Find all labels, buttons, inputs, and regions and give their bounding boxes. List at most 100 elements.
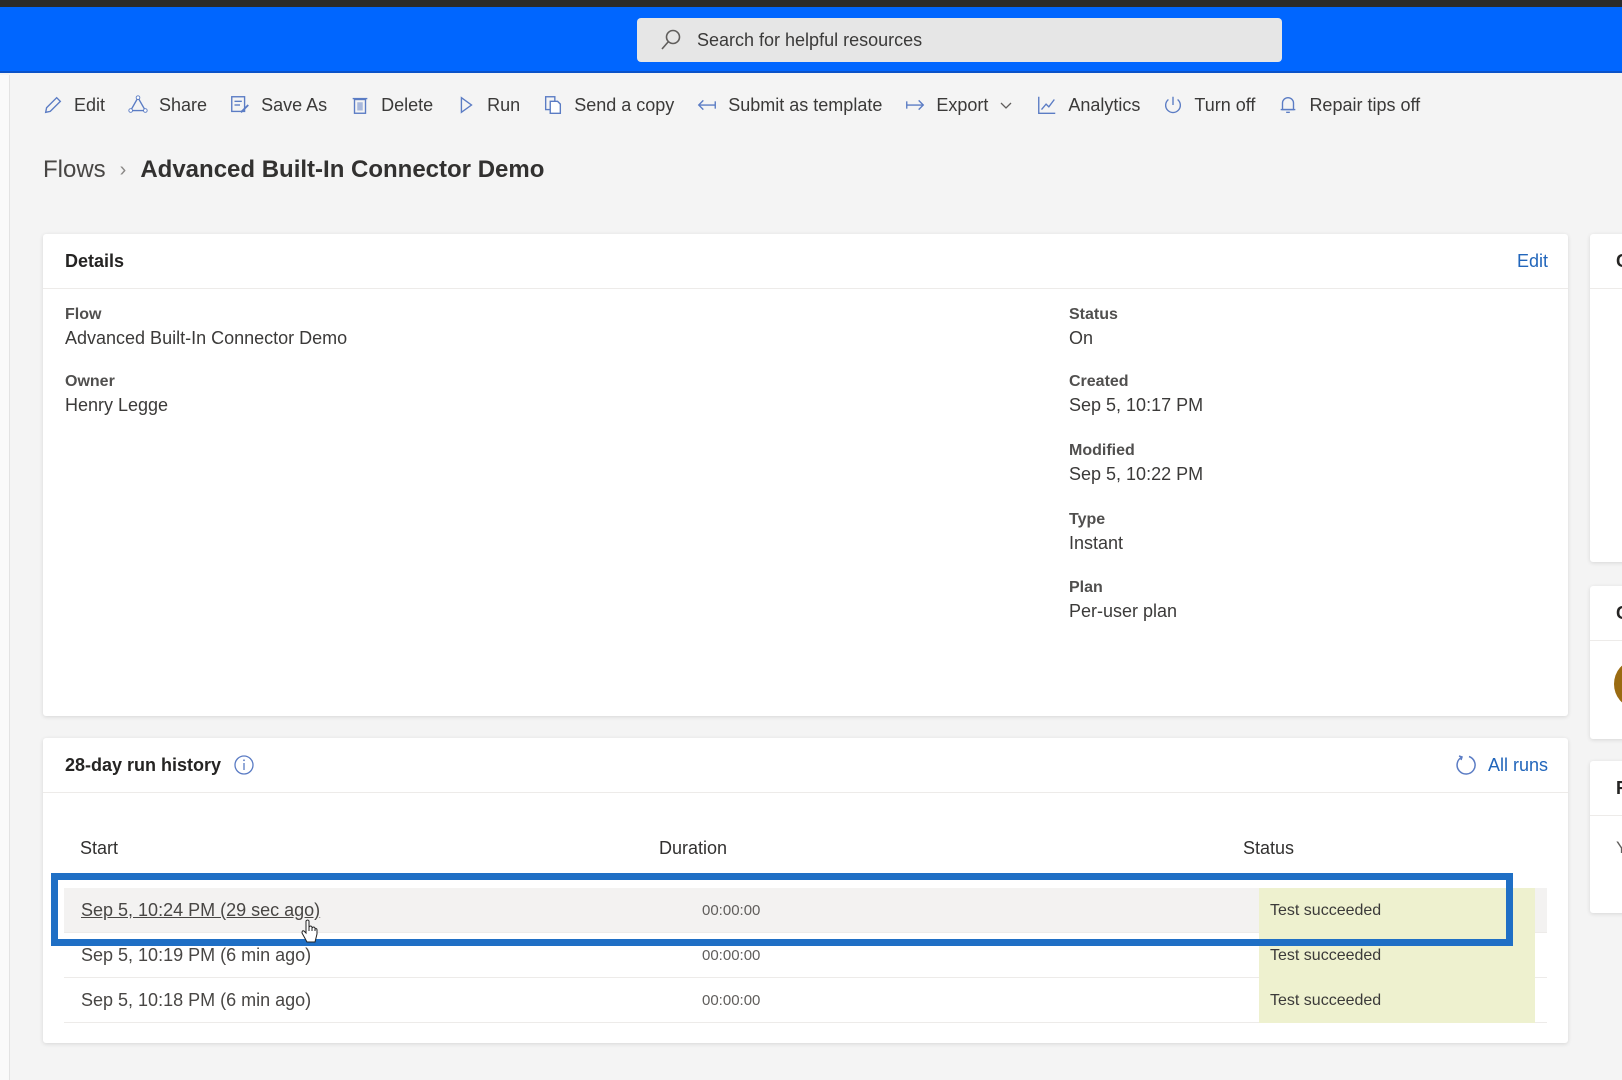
share-button[interactable]: Share bbox=[127, 94, 207, 116]
power-icon bbox=[1165, 96, 1182, 114]
delete-button[interactable]: Delete bbox=[349, 94, 433, 116]
hand-cursor-icon bbox=[301, 919, 318, 943]
side-panel-middle: C bbox=[1590, 586, 1622, 739]
run-button[interactable]: Run bbox=[455, 94, 520, 116]
run-duration: 00:00:00 bbox=[702, 902, 761, 919]
send-copy-label: Send a copy bbox=[574, 94, 675, 115]
search-placeholder: Search for helpful resources bbox=[697, 29, 923, 50]
run-status-badge: Test succeeded bbox=[1259, 933, 1535, 978]
field-label: Owner bbox=[65, 373, 115, 390]
field-value: Henry Legge bbox=[65, 395, 169, 415]
page-title: Advanced Built-In Connector Demo bbox=[140, 156, 545, 183]
details-header: Details Edit bbox=[43, 234, 1568, 289]
field-value: Advanced Built-In Connector Demo bbox=[65, 328, 348, 348]
field-label: Created bbox=[1069, 373, 1129, 390]
field-label: Type bbox=[1069, 511, 1106, 528]
field-value: Sep 5, 10:17 PM bbox=[1069, 395, 1204, 415]
side-panel-bottom-text: Y bbox=[1616, 838, 1622, 857]
field-plan: Plan Per-user plan bbox=[1069, 579, 1177, 622]
field-label: Status bbox=[1069, 306, 1118, 323]
chart-icon bbox=[1038, 96, 1056, 114]
submit-template-label: Submit as template bbox=[728, 94, 883, 115]
search-box[interactable]: Search for helpful resources bbox=[637, 18, 1282, 62]
run-start-link[interactable]: Sep 5, 10:18 PM (6 min ago) bbox=[81, 978, 311, 1023]
analytics-button[interactable]: Analytics bbox=[1036, 94, 1140, 116]
field-label: Flow bbox=[65, 306, 102, 323]
chevron-down-icon bbox=[1000, 102, 1012, 109]
export-label: Export bbox=[936, 94, 989, 115]
app-header: Search for helpful resources bbox=[0, 7, 1622, 73]
table-row[interactable]: Sep 5, 10:24 PM (29 sec ago) 00:00:00 Te… bbox=[64, 888, 1547, 933]
field-type: Type Instant bbox=[1069, 511, 1123, 554]
run-history-header: 28-day run history All runs bbox=[43, 738, 1568, 793]
run-status-badge: Test succeeded bbox=[1259, 978, 1535, 1023]
edit-button[interactable]: Edit bbox=[42, 94, 105, 116]
refresh-icon bbox=[1456, 755, 1476, 775]
chevron-right-icon: › bbox=[119, 158, 127, 181]
share-icon bbox=[128, 95, 148, 113]
run-status-badge: Test succeeded bbox=[1259, 888, 1535, 933]
field-value: Per-user plan bbox=[1069, 601, 1178, 621]
side-panel-middle-title: C bbox=[1590, 586, 1622, 641]
column-header-start[interactable]: Start bbox=[80, 838, 118, 859]
run-history-title-group: 28-day run history bbox=[65, 754, 255, 776]
column-header-status[interactable]: Status bbox=[1243, 838, 1294, 859]
save-as-button[interactable]: Save As bbox=[229, 94, 327, 116]
save-as-label: Save As bbox=[261, 94, 328, 115]
side-panel-bottom-title: R bbox=[1590, 761, 1622, 816]
submit-template-button[interactable]: Submit as template bbox=[696, 94, 882, 116]
bell-icon bbox=[1281, 97, 1296, 114]
run-history-card: 28-day run history All runs Start Durati… bbox=[43, 738, 1568, 1043]
field-value: Instant bbox=[1069, 533, 1124, 553]
field-value: On bbox=[1069, 328, 1094, 348]
column-header-duration[interactable]: Duration bbox=[659, 838, 727, 859]
save-as-icon bbox=[231, 96, 249, 113]
repair-tips-button[interactable]: Repair tips off bbox=[1277, 94, 1420, 116]
field-label: Plan bbox=[1069, 579, 1103, 596]
avatar bbox=[1614, 661, 1622, 707]
run-start-link[interactable]: Sep 5, 10:24 PM (29 sec ago) bbox=[81, 888, 320, 933]
side-panel-bottom: R Y bbox=[1590, 761, 1622, 913]
run-history-title: 28-day run history bbox=[65, 754, 222, 775]
send-copy-button[interactable]: Send a copy bbox=[542, 94, 674, 116]
table-row[interactable]: Sep 5, 10:19 PM (6 min ago) 00:00:00 Tes… bbox=[64, 933, 1547, 978]
field-modified: Modified Sep 5, 10:22 PM bbox=[1069, 442, 1203, 485]
info-icon[interactable] bbox=[233, 754, 255, 776]
field-value: Sep 5, 10:22 PM bbox=[1069, 464, 1204, 484]
trash-icon bbox=[352, 97, 368, 114]
side-panel-top: C bbox=[1590, 234, 1622, 562]
export-button[interactable]: Export bbox=[904, 94, 1014, 116]
details-title: Details bbox=[65, 250, 125, 271]
arrow-right-icon bbox=[906, 99, 925, 111]
delete-label: Delete bbox=[381, 94, 434, 115]
all-runs-link[interactable]: All runs bbox=[1454, 753, 1548, 777]
analytics-label: Analytics bbox=[1068, 94, 1141, 115]
run-duration: 00:00:00 bbox=[702, 992, 761, 1009]
left-nav-edge bbox=[0, 75, 10, 1080]
run-label: Run bbox=[487, 94, 521, 115]
edit-label: Edit bbox=[74, 94, 106, 115]
turn-off-button[interactable]: Turn off bbox=[1162, 94, 1255, 116]
command-bar: Edit Share Save As Delete Run Send a cop… bbox=[10, 75, 1622, 135]
breadcrumb: Flows › Advanced Built-In Connector Demo bbox=[43, 156, 544, 184]
field-status: Status On bbox=[1069, 306, 1118, 349]
table-row[interactable]: Sep 5, 10:18 PM (6 min ago) 00:00:00 Tes… bbox=[64, 978, 1547, 1023]
field-flow: Flow Advanced Built-In Connector Demo bbox=[65, 306, 347, 349]
details-edit-link[interactable]: Edit bbox=[1517, 251, 1548, 272]
field-label: Modified bbox=[1069, 442, 1135, 459]
window-top-strip bbox=[0, 0, 1622, 7]
copy-icon bbox=[545, 96, 562, 114]
turn-off-label: Turn off bbox=[1194, 94, 1256, 115]
field-created: Created Sep 5, 10:17 PM bbox=[1069, 373, 1203, 416]
search-icon bbox=[661, 29, 681, 50]
run-duration: 00:00:00 bbox=[702, 947, 761, 964]
breadcrumb-flows-link[interactable]: Flows bbox=[43, 156, 106, 184]
field-owner: Owner Henry Legge bbox=[65, 373, 168, 416]
all-runs-label: All runs bbox=[1487, 754, 1548, 775]
play-icon bbox=[460, 96, 473, 114]
arrow-left-icon bbox=[698, 99, 717, 111]
pencil-icon bbox=[44, 96, 62, 114]
repair-tips-label: Repair tips off bbox=[1309, 94, 1421, 115]
run-start-link[interactable]: Sep 5, 10:19 PM (6 min ago) bbox=[81, 933, 311, 978]
share-label: Share bbox=[159, 94, 208, 115]
